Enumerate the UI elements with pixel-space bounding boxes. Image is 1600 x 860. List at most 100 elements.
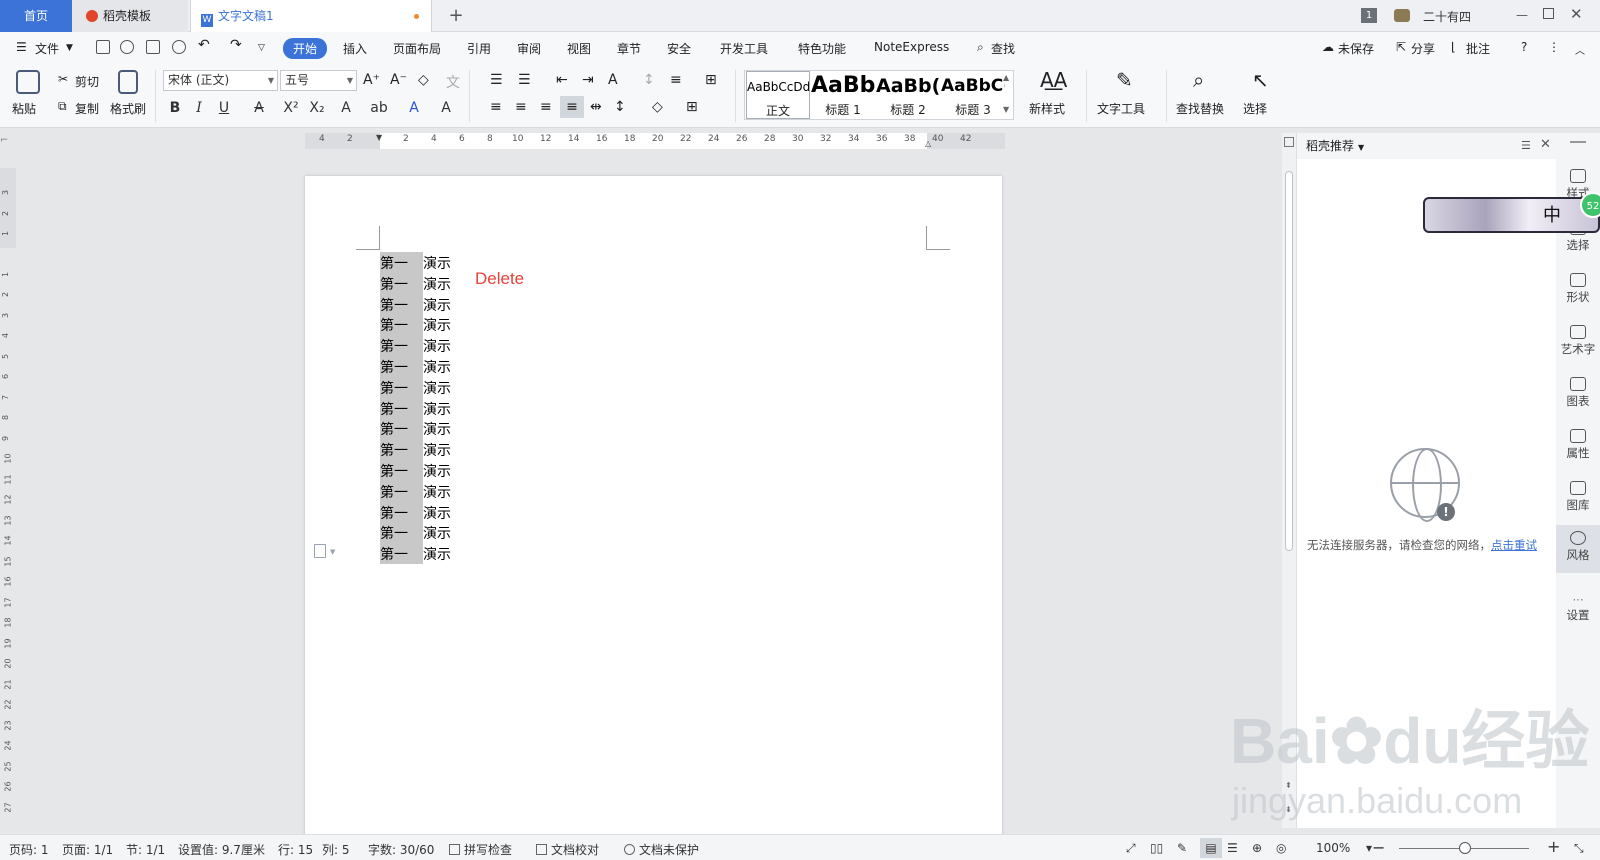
spell-check-button[interactable]: 拼写检查 [449, 841, 512, 858]
outline-view-icon[interactable]: ☰ [1227, 841, 1238, 855]
document-line[interactable]: 第一 演示 [380, 357, 451, 377]
sort-icon[interactable]: ↕ [643, 72, 655, 88]
select-button[interactable]: 选择 [1243, 100, 1267, 117]
document-line[interactable]: 第一 演示 [380, 544, 451, 564]
grow-font-icon[interactable]: A⁺ [363, 72, 380, 88]
justify-icon[interactable]: ≡ [560, 96, 584, 118]
tab-page-layout[interactable]: 页面布局 [393, 40, 441, 57]
document-line[interactable]: 第一 演示 [380, 336, 451, 356]
panel-title[interactable]: 稻壳推荐 [1306, 139, 1354, 153]
right-indent-marker-icon[interactable]: △ [925, 139, 931, 148]
cloud-save-icon[interactable] [120, 40, 134, 54]
zoom-in-icon[interactable]: + [1547, 837, 1560, 856]
superscript-icon[interactable]: X² [282, 100, 300, 116]
subscript-icon[interactable]: X₂ [308, 100, 326, 116]
minimize-icon[interactable]: — [1516, 8, 1528, 22]
cut-icon[interactable]: ✂ [58, 72, 68, 86]
user-name[interactable]: 二十有四 [1423, 8, 1471, 25]
document-line[interactable]: 第一 演示 [380, 440, 451, 460]
font-name-select[interactable]: 宋体 (正文) ▼ [163, 70, 278, 91]
phonetic-icon[interactable]: 文 [446, 72, 460, 92]
save-icon[interactable] [96, 40, 110, 54]
print-preview-icon[interactable] [172, 40, 186, 54]
cut-button[interactable]: 剪切 [75, 73, 99, 90]
vertical-ruler[interactable]: 3 2 1 1 2 3 4 5 6 7 8 9 10 11 12 13 14 1… [0, 168, 16, 828]
share-button[interactable]: 分享 [1411, 40, 1435, 57]
tab-template[interactable]: 稻壳模板 [72, 0, 188, 32]
tab-insert[interactable]: 插入 [343, 40, 367, 57]
new-style-button[interactable]: 新样式 [1029, 100, 1065, 117]
tab-noteexpress[interactable]: NoteExpress [874, 40, 949, 54]
font-color-icon[interactable]: A [405, 100, 423, 116]
undo-icon[interactable]: ↶ [198, 37, 210, 53]
document-line[interactable]: 第一 演示 [380, 419, 451, 439]
tab-special-features[interactable]: 特色功能 [798, 40, 846, 57]
increase-indent-icon[interactable]: ⇥ [582, 72, 594, 88]
unsaved-status[interactable]: 未保存 [1338, 40, 1374, 57]
protect-button[interactable]: 文档未保护 [624, 841, 699, 858]
style-heading-1[interactable]: AaBb 标题 1 [811, 71, 875, 119]
document-line[interactable]: 第一 演示 [380, 274, 451, 294]
help-icon[interactable]: ? [1521, 40, 1527, 54]
side-wordart-button[interactable]: 艺术字 [1556, 325, 1600, 357]
tab-view[interactable]: 视图 [567, 40, 591, 57]
tab-developer[interactable]: 开发工具 [720, 40, 768, 57]
style-scroll-up-icon[interactable]: ▲ [1003, 73, 1009, 82]
status-row[interactable]: 行: 15 [278, 841, 313, 858]
status-column[interactable]: 列: 5 [322, 841, 350, 858]
select-cursor-icon[interactable]: ↖ [1252, 68, 1269, 92]
chevron-down-icon[interactable]: ▼ [330, 548, 335, 556]
tab-document[interactable]: W 文字文稿1 [190, 0, 432, 32]
zoom-slider-handle[interactable] [1459, 842, 1471, 854]
fit-page-icon[interactable]: ⤡ [1574, 841, 1584, 856]
document-line[interactable]: 第一 演示 [380, 461, 451, 481]
text-tools-icon[interactable]: ✎ [1116, 68, 1133, 92]
zoom-out-icon[interactable]: − [1372, 838, 1385, 857]
tab-review[interactable]: 审阅 [517, 40, 541, 57]
menu-hamburger-icon[interactable]: ☰ [16, 40, 27, 54]
status-setting-value[interactable]: 设置值: 9.7厘米 [178, 841, 265, 858]
retry-link[interactable]: 点击重试 [1491, 538, 1537, 552]
new-style-icon[interactable]: A͟A [1040, 68, 1067, 92]
write-mode-icon[interactable]: ✎ [1177, 841, 1187, 855]
text-tools-button[interactable]: 文字工具 [1097, 100, 1145, 117]
text-effect-icon[interactable]: A [337, 100, 355, 116]
tab-references[interactable]: 引用 [467, 40, 491, 57]
print-icon[interactable] [146, 40, 160, 54]
status-pages[interactable]: 页面: 1/1 [62, 841, 113, 858]
document-line[interactable]: 第一 演示 [380, 399, 451, 419]
document-line[interactable]: 第一 演示 [380, 295, 451, 315]
distributed-icon[interactable]: ⇹ [590, 99, 602, 115]
status-page-number[interactable]: 页码: 1 [9, 841, 49, 858]
menu-file[interactable]: 文件 [35, 40, 59, 57]
align-right-icon[interactable]: ≡ [540, 99, 552, 115]
side-gallery-button[interactable]: 图库 [1556, 481, 1600, 513]
tab-home[interactable]: 首页 [0, 0, 72, 32]
horizontal-ruler[interactable]: 4 2 2 4 6 8 10 12 14 16 18 20 22 24 26 2… [305, 133, 1005, 149]
font-size-select[interactable]: 五号 ▼ [280, 70, 357, 91]
side-chart-button[interactable]: 图表 [1556, 377, 1600, 409]
search-icon[interactable]: ⌕ [977, 40, 984, 55]
page-view-icon[interactable]: ▤ [1200, 838, 1222, 858]
italic-icon[interactable]: I [190, 100, 208, 116]
side-properties-button[interactable]: 属性 [1556, 429, 1600, 461]
panel-menu-icon[interactable]: ☰ [1521, 139, 1531, 152]
split-view-icon[interactable] [1284, 137, 1294, 147]
paste-icon[interactable] [16, 70, 40, 94]
search-label[interactable]: 查找 [991, 40, 1015, 57]
shrink-font-icon[interactable]: A⁻ [390, 72, 407, 88]
document-line[interactable]: 第一 演示 [380, 315, 451, 335]
copy-button[interactable]: 复制 [75, 100, 99, 117]
paste-button[interactable]: 粘贴 [12, 100, 36, 117]
document-line[interactable]: 第一 演示 [380, 253, 451, 273]
maximize-icon[interactable] [1543, 8, 1554, 19]
side-settings-button[interactable]: ··· 设置 [1556, 593, 1600, 623]
align-center-icon[interactable]: ≡ [515, 99, 527, 115]
user-avatar[interactable] [1394, 9, 1410, 22]
style-scroll-down-icon[interactable]: ▼ [1003, 105, 1009, 114]
read-mode-icon[interactable]: ▯▯ [1150, 841, 1163, 855]
file-chevron-down-icon[interactable]: ▼ [66, 43, 73, 53]
notification-badge[interactable]: 52 [1580, 192, 1600, 218]
bold-icon[interactable]: B [166, 100, 184, 116]
paragraph-layout-icon[interactable] [314, 544, 326, 558]
